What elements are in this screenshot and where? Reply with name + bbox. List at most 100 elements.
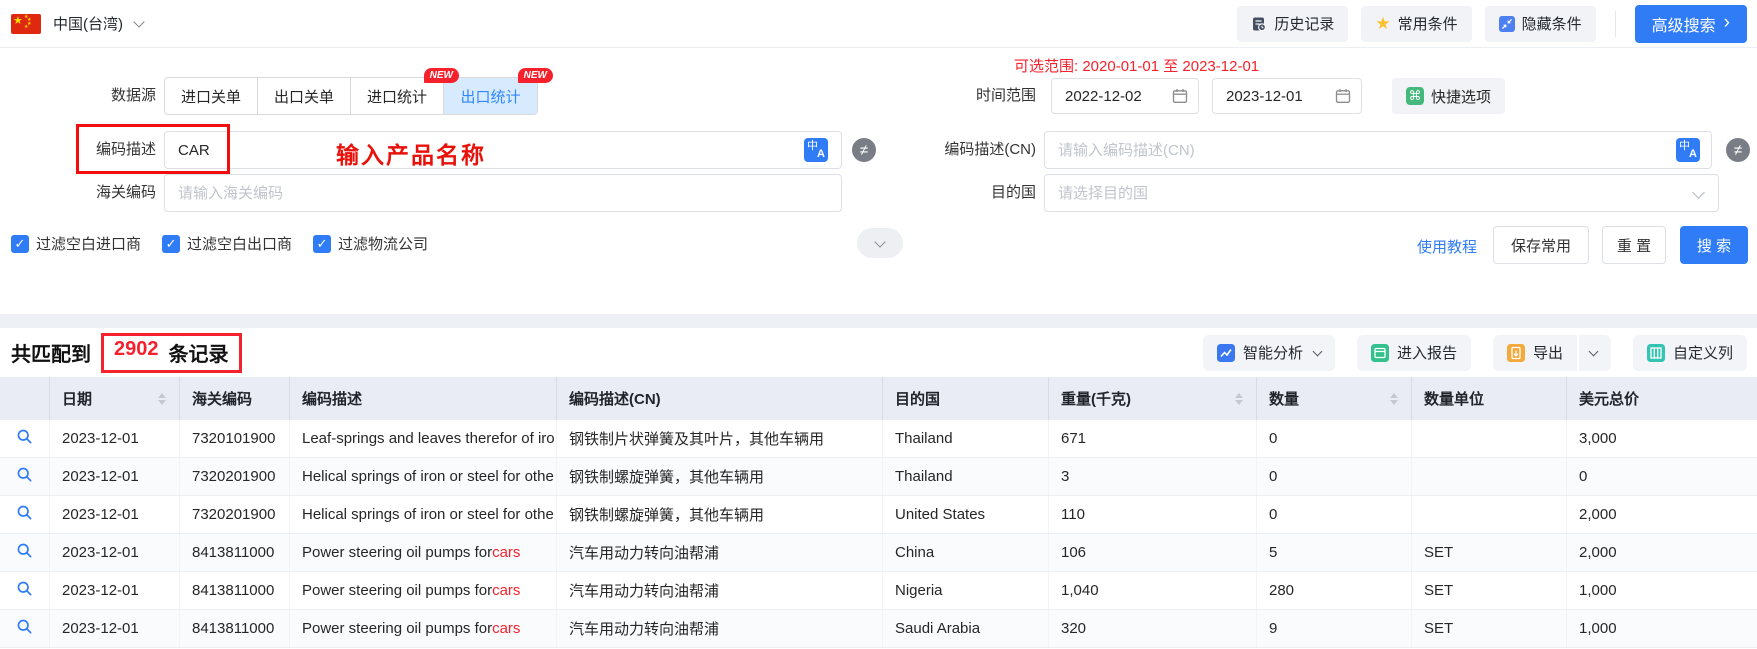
column-label: 目的国 (895, 391, 941, 408)
filter-checkbox-3[interactable]: ✓ 过滤物流公司 (313, 233, 428, 254)
magnifier-icon[interactable] (16, 466, 33, 487)
row-detail-button[interactable] (0, 534, 50, 571)
checkbox-checked-icon[interactable]: ✓ (11, 234, 29, 253)
sort-down-icon[interactable] (158, 399, 166, 405)
cell-hs_code: 8413811000 (180, 610, 290, 647)
divider (1576, 334, 1579, 371)
column-header-编码描述(CN): 编码描述(CN) (557, 377, 883, 420)
row-detail-button[interactable] (0, 420, 50, 457)
hs-code-label: 海关编码 (95, 184, 156, 201)
chevron-down-icon[interactable] (133, 15, 145, 28)
datasource-tab-4[interactable]: 出口统计 NEW (444, 68, 553, 114)
desc-text: Power steering oil pumps for (302, 582, 493, 599)
section-divider-band (0, 314, 1757, 328)
count-prefix: 共匹配到 (11, 344, 91, 366)
history-button[interactable]: 历史记录 (1237, 5, 1349, 42)
row-detail-button[interactable] (0, 610, 50, 647)
sort-arrows[interactable] (158, 392, 166, 405)
cell-qty: 0 (1257, 496, 1412, 533)
save-conditions-button[interactable]: 保存常用 (1493, 226, 1589, 264)
datasource-tab-1[interactable]: 进口关单 (165, 78, 258, 114)
smart-analysis-button[interactable]: 智能分析 (1202, 334, 1335, 371)
exclude-keyword-icon[interactable]: ≠ (1726, 138, 1750, 162)
translate-icon[interactable]: 中A (1676, 138, 1700, 162)
expand-filters-button[interactable] (857, 228, 903, 258)
column-header-数量[interactable]: 数量 (1257, 377, 1412, 420)
cell-date: 2023-12-01 (50, 534, 180, 571)
reset-button[interactable]: 重 置 (1602, 226, 1666, 264)
advanced-search-button[interactable]: 高级搜索 › (1634, 4, 1747, 43)
desc-cn-input[interactable] (1044, 131, 1712, 169)
checkbox-checked-icon[interactable]: ✓ (313, 234, 332, 253)
magnifier-icon[interactable] (16, 542, 33, 563)
sort-up-icon[interactable] (1390, 392, 1398, 398)
cell-qty: 0 (1257, 420, 1412, 457)
column-header-日期[interactable]: 日期 (50, 377, 180, 420)
search-button[interactable]: 搜 索 (1680, 226, 1748, 264)
exclude-keyword-icon[interactable]: ≠ (852, 138, 876, 162)
row-detail-button[interactable] (0, 572, 50, 609)
cell-dest: United States (883, 496, 1049, 533)
count-number: 2902 (114, 337, 159, 360)
row-detail-button[interactable] (0, 458, 50, 495)
datasource-tab-2[interactable]: 出口关单 (258, 78, 351, 114)
chevron-down-icon (874, 235, 886, 248)
desc-text: Power steering oil pumps for (302, 544, 493, 561)
sort-arrows[interactable] (1235, 392, 1243, 405)
report-icon (1370, 343, 1389, 362)
column-label: 编码描述(CN) (569, 391, 661, 408)
magnifier-icon[interactable] (16, 618, 33, 639)
tutorial-link[interactable]: 使用教程 (1417, 236, 1477, 257)
count-red-box: 2902 条记录 (101, 332, 242, 373)
magnifier-icon[interactable] (16, 504, 33, 525)
column-label: 数量 (1269, 391, 1300, 408)
checkbox-checked-icon[interactable]: ✓ (162, 234, 181, 253)
row-detail-button[interactable] (0, 496, 50, 533)
customize-columns-label: 自定义列 (1672, 345, 1733, 362)
region-selector-label[interactable]: 中国(台湾) (53, 13, 123, 34)
export-button[interactable]: 导出 (1492, 334, 1611, 371)
checkbox-label: 过滤空白出口商 (187, 236, 293, 253)
cell-desc_cn: 汽车用动力转向油帮浦 (557, 534, 883, 571)
desc-text: Power steering oil pumps for (302, 620, 493, 637)
cell-date: 2023-12-01 (50, 572, 180, 609)
column-header-重量(千克)[interactable]: 重量(千克) (1049, 377, 1257, 420)
chevron-down-icon[interactable] (1588, 346, 1599, 356)
enter-report-button[interactable]: 进入报告 (1356, 334, 1471, 371)
cell-usd: 1,000 (1579, 620, 1617, 637)
cell-date: 2023-12-01 (50, 496, 180, 533)
cell-qty: 280 (1257, 572, 1412, 609)
count-suffix: 条记录 (168, 343, 229, 366)
results-count: 共匹配到 2902 条记录 (11, 332, 242, 373)
hide-conditions-button[interactable]: 隐藏条件 (1484, 5, 1596, 42)
sort-down-icon[interactable] (1235, 399, 1243, 405)
cell-weight: 671 (1049, 420, 1257, 457)
desc-input[interactable] (164, 131, 842, 169)
dest-country-select[interactable] (1044, 174, 1719, 212)
table-header-row: 日期 海关编码 编码描述 编码描述(CN) 目的国 重量(千克) 数量 数量单位 美元总价 (0, 377, 1757, 420)
hs-code-input[interactable] (164, 174, 842, 212)
favorites-button[interactable]: ★ 常用条件 (1361, 5, 1472, 42)
sort-arrows[interactable] (1390, 392, 1398, 405)
smart-analysis-label: 智能分析 (1242, 345, 1303, 362)
column-label: 数量单位 (1424, 391, 1485, 408)
translate-icon[interactable]: 中A (804, 138, 828, 162)
quick-options-button[interactable]: ⌘ 快捷选项 (1392, 78, 1506, 114)
cell-usd: 1,000 (1579, 582, 1617, 599)
filter-checkbox-1[interactable]: ✓ 过滤空白进口商 (11, 233, 141, 254)
desc-cn-label: 编码描述(CN) (944, 141, 1036, 158)
magnifier-icon[interactable] (16, 580, 33, 601)
sort-up-icon[interactable] (158, 392, 166, 398)
new-badge: NEW (423, 68, 459, 83)
checkbox-label: 过滤物流公司 (338, 236, 429, 253)
datasource-tab-3[interactable]: 进口统计 NEW (351, 68, 459, 114)
chevron-down-icon (1312, 346, 1323, 356)
cell-desc: Power steering oil pumps for cars (290, 610, 557, 647)
calendar-icon[interactable] (1335, 88, 1351, 104)
calendar-icon[interactable] (1172, 88, 1188, 104)
sort-down-icon[interactable] (1390, 399, 1398, 405)
sort-up-icon[interactable] (1235, 392, 1243, 398)
magnifier-icon[interactable] (16, 428, 33, 449)
customize-columns-button[interactable]: 自定义列 (1632, 334, 1747, 371)
filter-checkbox-2[interactable]: ✓ 过滤空白出口商 (162, 233, 292, 254)
